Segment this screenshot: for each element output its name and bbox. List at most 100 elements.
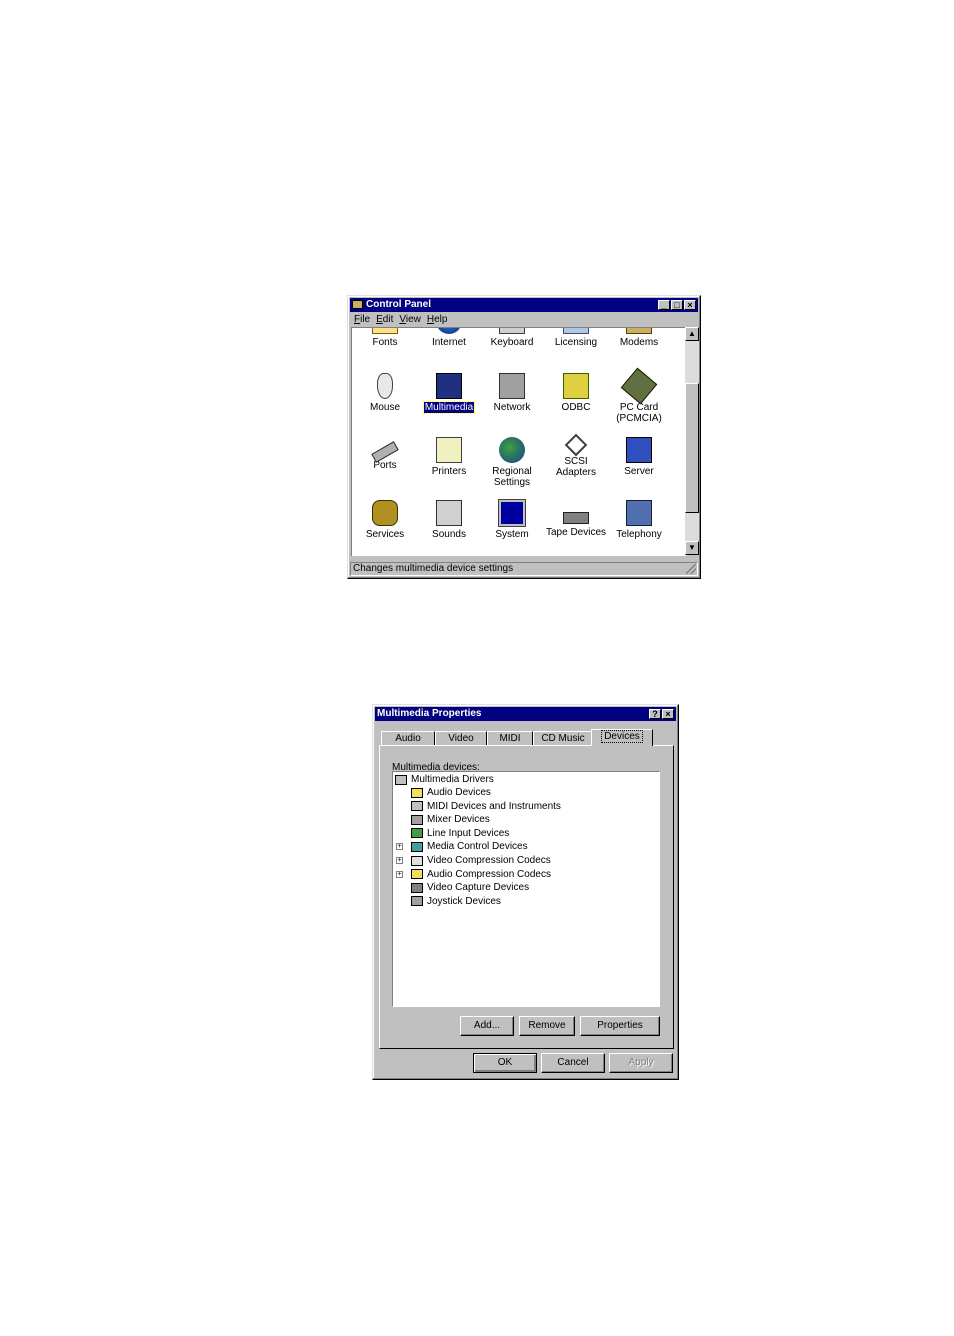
- apply-button[interactable]: Apply: [609, 1053, 673, 1073]
- tree-item[interactable]: Video Capture Devices: [411, 881, 529, 894]
- tab-midi[interactable]: MIDI: [487, 731, 533, 745]
- licensing-icon: [563, 328, 589, 334]
- tree-item[interactable]: MIDI Devices and Instruments: [411, 800, 561, 813]
- menu-help[interactable]: Help: [427, 313, 448, 327]
- tree-root[interactable]: Multimedia Drivers: [395, 773, 494, 786]
- resize-grip-icon[interactable]: [686, 564, 696, 574]
- cp-item-multimedia[interactable]: Multimedia: [416, 373, 482, 414]
- cp-item-telephony[interactable]: Telephony: [606, 500, 672, 540]
- video-compression-codecs-icon: [411, 855, 423, 866]
- tab-cd-music[interactable]: CD Music: [533, 731, 593, 745]
- cp-item-label: System: [495, 529, 529, 540]
- tab-devices[interactable]: Devices: [591, 729, 653, 746]
- cp-item-tape-devices[interactable]: Tape Devices: [543, 500, 609, 538]
- cp-item-keyboard[interactable]: Keyboard: [479, 328, 545, 348]
- tree-item-label: MIDI Devices and Instruments: [427, 800, 561, 812]
- tree-item[interactable]: Mixer Devices: [411, 813, 490, 826]
- tree-item[interactable]: Line Input Devices: [411, 827, 509, 840]
- tree-item[interactable]: Media Control Devices: [411, 840, 528, 853]
- tree-item[interactable]: Audio Compression Codecs: [411, 868, 551, 881]
- ok-button[interactable]: OK: [473, 1053, 537, 1073]
- menu-edit[interactable]: Edit: [376, 313, 393, 327]
- multimedia-properties-dialog: Multimedia Properties ? × Audio Video MIDI…: [372, 704, 679, 1080]
- video-capture-devices-icon: [411, 882, 423, 893]
- tree-item-label: Mixer Devices: [427, 814, 490, 826]
- multimedia-drivers-icon: [395, 774, 407, 785]
- cp-item-modems[interactable]: Modems: [606, 328, 672, 348]
- tree-item[interactable]: Video Compression Codecs: [411, 854, 551, 867]
- cp-item-system[interactable]: System: [479, 499, 545, 540]
- cp-item-internet[interactable]: Internet: [416, 328, 482, 348]
- sounds-icon: [436, 500, 462, 526]
- cp-item-label: ODBC: [561, 402, 591, 413]
- cp-item-label: Licensing: [554, 337, 598, 348]
- control-panel-icon-view: Fonts Internet Keyboard Licensing Modems Mous…: [351, 327, 686, 556]
- expand-icon[interactable]: +: [396, 843, 403, 851]
- expand-icon[interactable]: +: [396, 857, 403, 864]
- tree-item-label: Video Compression Codecs: [427, 855, 551, 866]
- tree-item-label: Media Control Devices: [427, 841, 528, 853]
- tree-item[interactable]: Joystick Devices: [411, 895, 501, 908]
- cp-item-label: Fonts: [372, 337, 398, 348]
- cp-item-label: Server: [624, 466, 654, 477]
- status-text: Changes multimedia device settings: [353, 563, 514, 574]
- tab-video[interactable]: Video: [435, 731, 487, 745]
- telephony-icon: [626, 500, 652, 526]
- minimize-button[interactable]: _: [658, 300, 670, 310]
- menu-view[interactable]: View: [399, 313, 421, 327]
- cp-item-label: Mouse: [369, 402, 400, 413]
- cp-item-licensing[interactable]: Licensing: [543, 328, 609, 348]
- status-bar: Changes multimedia device settings: [350, 562, 698, 576]
- cp-item-fonts[interactable]: Fonts: [352, 328, 418, 348]
- add-button[interactable]: Add...: [460, 1016, 514, 1036]
- tree-root-label: Multimedia Drivers: [411, 774, 494, 785]
- remove-button[interactable]: Remove: [519, 1016, 575, 1036]
- modems-icon: [626, 328, 652, 334]
- dialog-close-button[interactable]: ×: [662, 709, 674, 719]
- media-control-devices-icon: [411, 841, 423, 852]
- cp-item-label: Printers: [431, 466, 467, 477]
- fonts-icon: [372, 328, 398, 334]
- services-icon: [372, 500, 398, 526]
- scroll-down-button[interactable]: ▼: [685, 541, 699, 555]
- cancel-button[interactable]: Cancel: [541, 1053, 605, 1073]
- cp-item-label: Modems: [619, 337, 659, 348]
- cp-item-label: Multimedia: [422, 401, 476, 414]
- vertical-scrollbar[interactable]: ▲ ▼: [685, 327, 699, 555]
- menu-file[interactable]: File: [354, 313, 370, 327]
- expand-icon[interactable]: +: [396, 870, 403, 878]
- cp-item-scsi-adapters[interactable]: SCSI Adapters: [543, 433, 609, 478]
- network-icon: [499, 373, 525, 399]
- close-button[interactable]: ×: [684, 300, 696, 310]
- control-panel-title: Control Panel: [366, 299, 432, 310]
- properties-button[interactable]: Properties: [580, 1016, 660, 1036]
- cp-item-label: Tape Devices: [545, 527, 607, 538]
- scroll-thumb[interactable]: [685, 383, 699, 513]
- control-panel-titlebar[interactable]: Control Panel _ □ ×: [350, 298, 698, 312]
- cp-item-ports[interactable]: Ports: [352, 437, 418, 471]
- tab-audio[interactable]: Audio: [381, 731, 435, 745]
- tree-item-label: Line Input Devices: [427, 827, 510, 839]
- tree-item-label: Video Capture Devices: [427, 882, 530, 894]
- multimedia-titlebar[interactable]: Multimedia Properties ? ×: [375, 707, 676, 721]
- devices-tree[interactable]: Multimedia Drivers Audio Devices MIDI Dev…: [392, 771, 660, 1007]
- cp-item-server[interactable]: Server: [606, 437, 672, 477]
- cp-item-mouse[interactable]: Mouse: [352, 373, 418, 413]
- cp-item-sounds[interactable]: Sounds: [416, 500, 482, 540]
- cp-item-network[interactable]: Network: [479, 373, 545, 413]
- cp-item-services[interactable]: Services: [352, 500, 418, 540]
- scroll-up-button[interactable]: ▲: [685, 327, 699, 341]
- cp-item-odbc[interactable]: ODBC: [543, 373, 609, 413]
- cp-item-regional-settings[interactable]: Regional Settings: [479, 437, 545, 488]
- cp-item-label: Services: [365, 529, 405, 540]
- cp-item-pc-card[interactable]: PC Card (PCMCIA): [606, 367, 672, 424]
- cp-item-printers[interactable]: Printers: [416, 437, 482, 477]
- audio-devices-icon: [411, 787, 423, 798]
- internet-icon: [436, 328, 462, 334]
- cp-item-label: Network: [493, 402, 531, 413]
- cp-item-label: SCSI Adapters: [555, 456, 597, 478]
- maximize-button[interactable]: □: [671, 300, 683, 310]
- help-button[interactable]: ?: [649, 709, 661, 719]
- tree-item[interactable]: Audio Devices: [411, 786, 491, 799]
- multimedia-title: Multimedia Properties: [377, 708, 482, 719]
